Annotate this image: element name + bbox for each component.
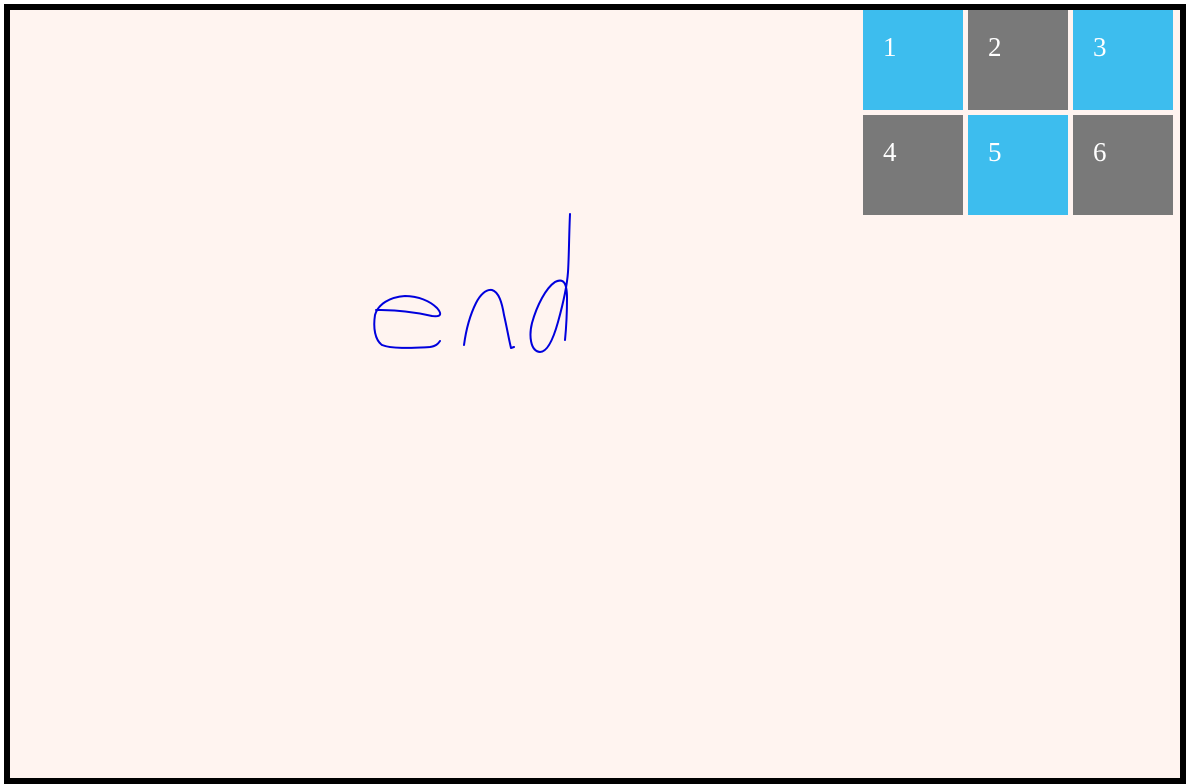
tile-label: 2 [988, 32, 1002, 62]
tile-label: 3 [1093, 32, 1107, 62]
tile-2[interactable]: 2 [968, 10, 1068, 110]
tile-label: 5 [988, 137, 1002, 167]
tile-6[interactable]: 6 [1073, 115, 1173, 215]
tile-label: 1 [883, 32, 897, 62]
tile-label: 4 [883, 137, 897, 167]
handwritten-ink [373, 213, 571, 353]
tile-3[interactable]: 3 [1073, 10, 1173, 110]
tile-grid: 1 2 3 4 5 6 [863, 10, 1180, 220]
tile-5[interactable]: 5 [968, 115, 1068, 215]
ink-stroke-d [529, 213, 571, 353]
drawing-frame: 1 2 3 4 5 6 [4, 4, 1186, 784]
tile-4[interactable]: 4 [863, 115, 963, 215]
tile-1[interactable]: 1 [863, 10, 963, 110]
tile-label: 6 [1093, 137, 1107, 167]
ink-stroke-e [373, 295, 442, 349]
ink-stroke-n [463, 288, 515, 349]
